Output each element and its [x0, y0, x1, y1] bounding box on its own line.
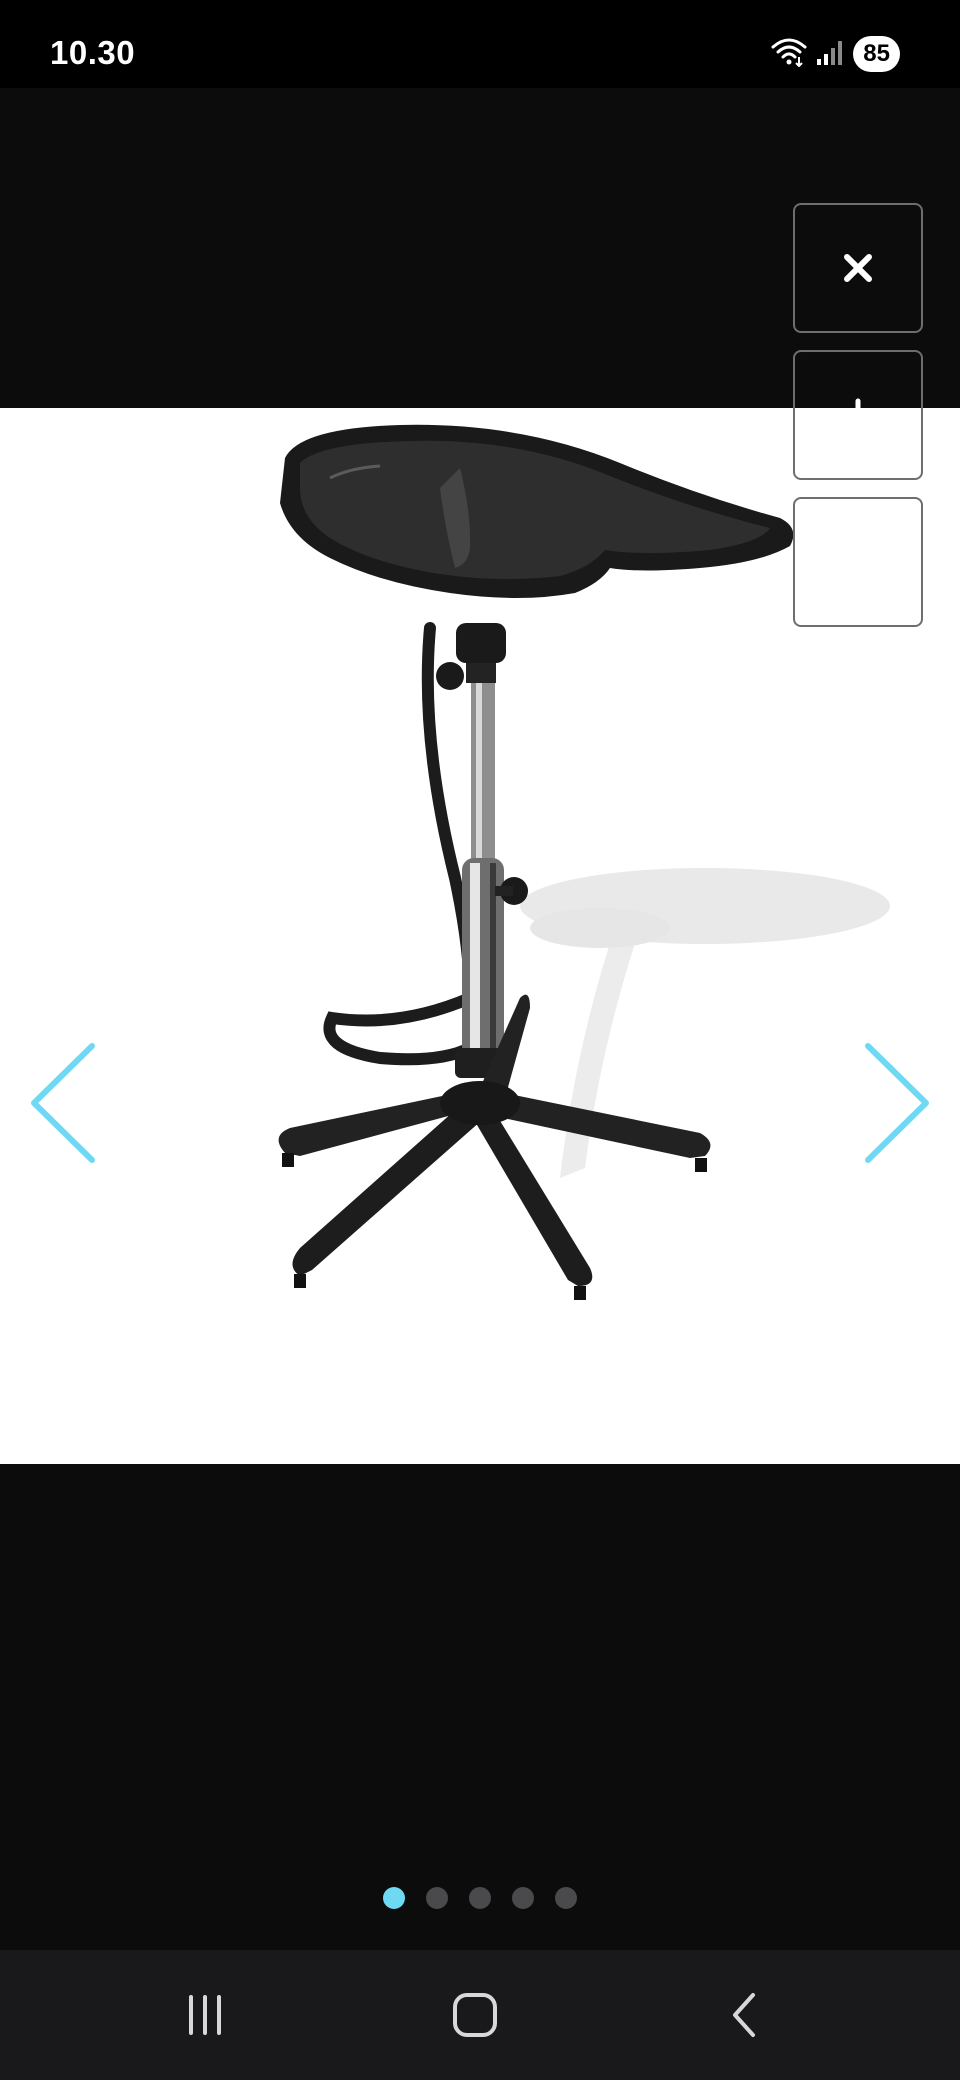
close-button[interactable] — [793, 203, 923, 333]
back-button[interactable] — [700, 1980, 790, 2050]
wifi-icon — [771, 37, 807, 72]
image-pagination — [0, 1887, 960, 1909]
recents-button[interactable] — [160, 1980, 250, 2050]
next-image-button[interactable] — [858, 1038, 938, 1168]
plus-icon — [841, 398, 875, 432]
home-icon — [453, 1993, 497, 2037]
pagination-dot[interactable] — [383, 1887, 405, 1909]
image-viewer-screen: 10.30 85 — [0, 0, 960, 2080]
minus-icon — [841, 559, 875, 565]
chevron-left-icon — [31, 1043, 95, 1163]
status-icons: 85 — [771, 34, 900, 74]
close-icon — [844, 254, 872, 282]
status-bar: 10.30 85 — [0, 0, 960, 88]
image-viewer — [0, 88, 960, 1950]
pagination-dot[interactable] — [426, 1887, 448, 1909]
pagination-dot[interactable] — [469, 1887, 491, 1909]
signal-icon — [815, 37, 845, 72]
system-navigation-bar — [0, 1950, 960, 2080]
home-button[interactable] — [430, 1980, 520, 2050]
pagination-dot[interactable] — [555, 1887, 577, 1909]
battery-icon: 85 — [853, 36, 900, 72]
chevron-right-icon — [865, 1043, 929, 1163]
back-icon — [733, 1993, 755, 2037]
pagination-dot[interactable] — [512, 1887, 534, 1909]
recents-icon — [189, 1995, 221, 2035]
status-time: 10.30 — [50, 34, 136, 71]
zoom-out-button[interactable] — [793, 497, 923, 627]
previous-image-button[interactable] — [22, 1038, 102, 1168]
zoom-in-button[interactable] — [793, 350, 923, 480]
